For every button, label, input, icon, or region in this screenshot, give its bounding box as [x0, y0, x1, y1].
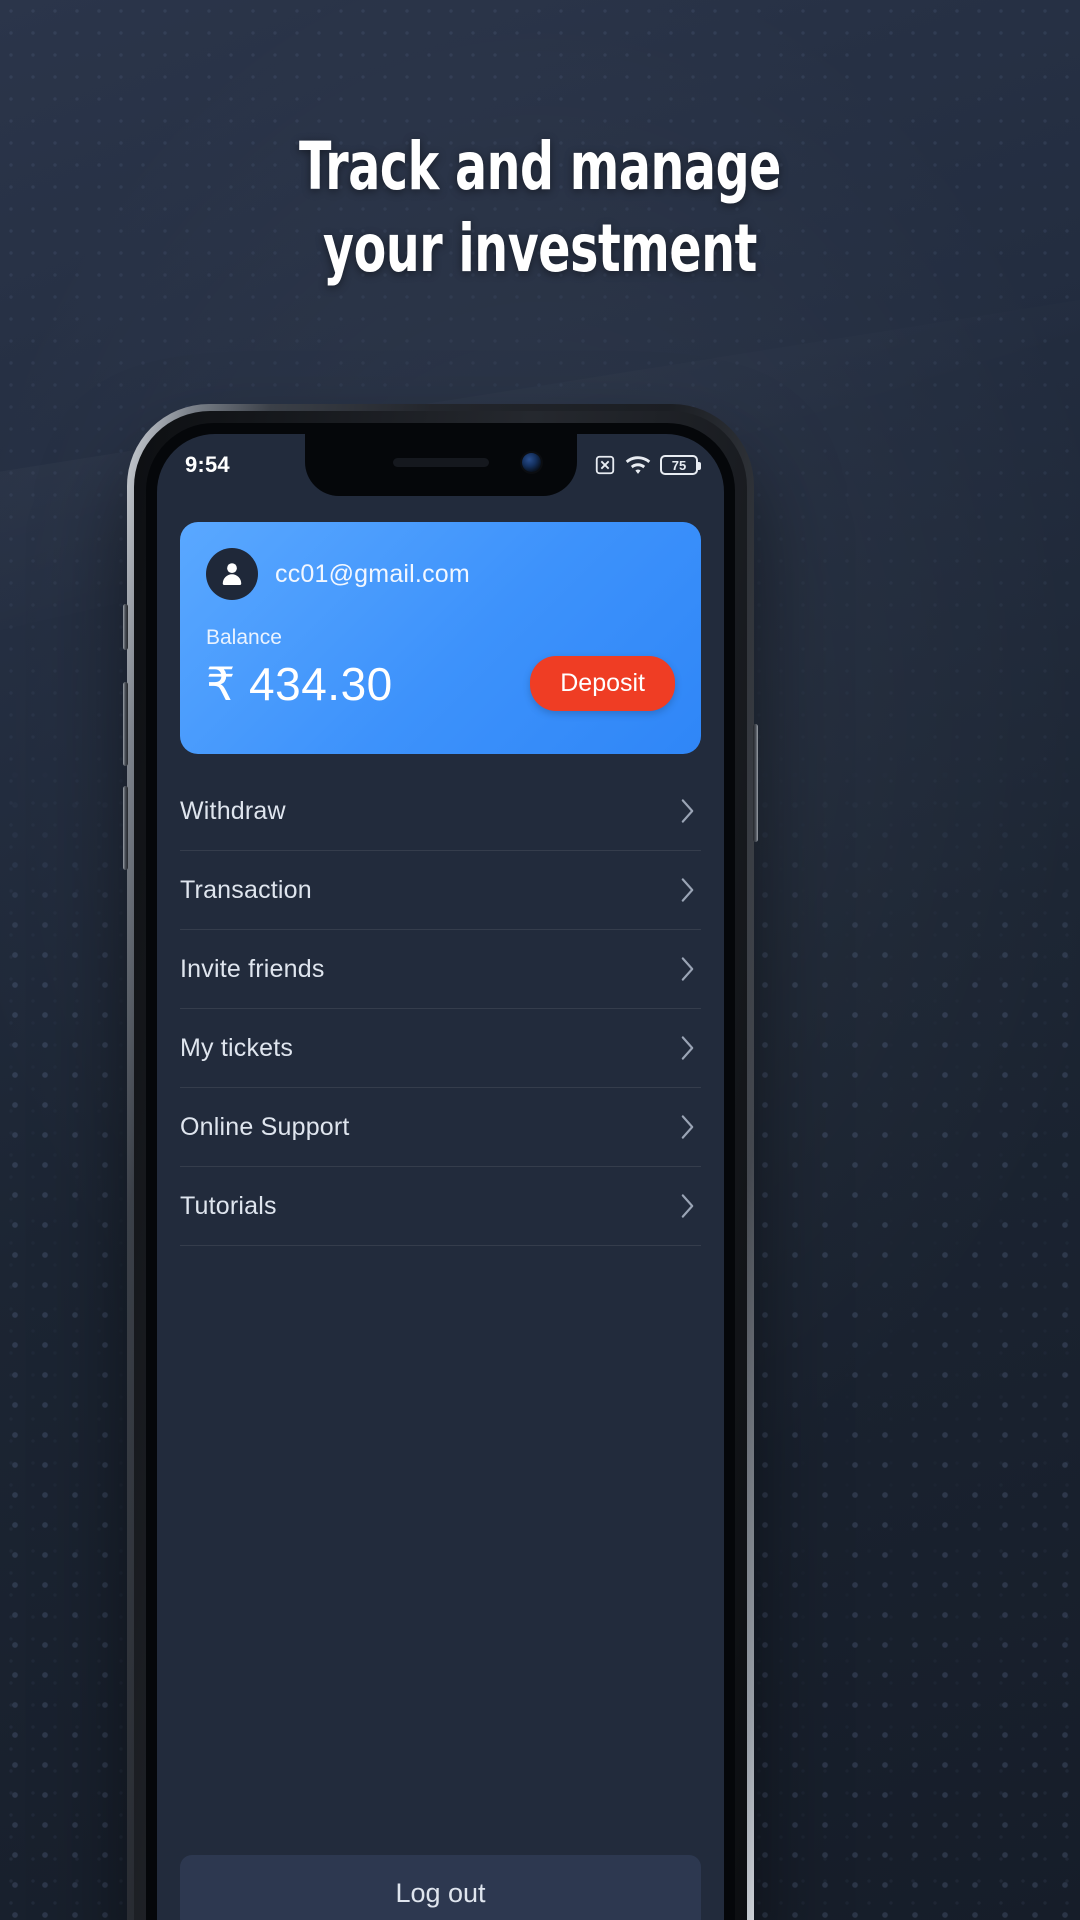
menu-item-tutorials[interactable]: Tutorials — [180, 1167, 701, 1246]
account-row[interactable]: cc01@gmail.com — [206, 548, 675, 600]
chevron-right-icon — [680, 1035, 701, 1061]
menu-item-label: Tutorials — [180, 1191, 277, 1220]
logout-section: Log out — [157, 1855, 724, 1920]
status-bar-icons: 75 — [594, 454, 701, 476]
menu-item-online-support[interactable]: Online Support — [180, 1088, 701, 1167]
headline-line-2: your investment — [323, 210, 757, 287]
chevron-right-icon — [680, 1193, 701, 1219]
account-email: cc01@gmail.com — [275, 559, 470, 588]
sim-off-icon — [594, 454, 616, 476]
chevron-right-icon — [680, 1114, 701, 1140]
battery-level-text: 75 — [671, 457, 687, 473]
menu-item-withdraw[interactable]: Withdraw — [180, 772, 701, 851]
account-menu-list: Withdraw Transaction Invite friends My tick… — [180, 772, 701, 1246]
menu-item-label: My tickets — [180, 1033, 294, 1062]
menu-item-my-tickets[interactable]: My tickets — [180, 1009, 701, 1088]
menu-item-label: Online Support — [180, 1112, 350, 1141]
wifi-icon — [625, 455, 651, 475]
balance-amount: ₹ 434.30 — [206, 657, 393, 710]
headline-line-1: Track and manage — [299, 128, 781, 205]
battery-icon: 75 — [660, 455, 701, 475]
chevron-right-icon — [680, 877, 701, 903]
front-camera-icon — [521, 453, 541, 472]
menu-item-label: Withdraw — [180, 796, 286, 825]
menu-item-label: Invite friends — [180, 954, 325, 983]
chevron-right-icon — [680, 956, 701, 982]
promo-headline: Track and manage your investment — [0, 126, 1080, 290]
phone-frame-outer: 9:54 75 cc01@gmail.com Balance ₹ 434.30 … — [127, 404, 754, 1920]
phone-power-button — [753, 724, 758, 842]
menu-item-invite-friends[interactable]: Invite friends — [180, 930, 701, 1009]
phone-mockup: 9:54 75 cc01@gmail.com Balance ₹ 434.30 … — [123, 404, 758, 1920]
balance-row: ₹ 434.30 Deposit — [206, 656, 675, 711]
phone-volume-up-button — [123, 682, 128, 766]
phone-bezel: 9:54 75 cc01@gmail.com Balance ₹ 434.30 … — [146, 423, 735, 1920]
phone-mute-switch — [123, 604, 128, 650]
earpiece-speaker-icon — [392, 458, 489, 467]
phone-volume-down-button — [123, 786, 128, 870]
logout-button[interactable]: Log out — [180, 1855, 701, 1920]
status-bar-time: 9:54 — [185, 452, 230, 477]
deposit-button[interactable]: Deposit — [530, 656, 675, 711]
phone-notch — [304, 434, 577, 496]
balance-label: Balance — [206, 626, 282, 649]
chevron-right-icon — [680, 798, 701, 824]
menu-item-transaction[interactable]: Transaction — [180, 851, 701, 930]
balance-card: cc01@gmail.com Balance ₹ 434.30 Deposit — [180, 522, 701, 754]
user-avatar-icon — [206, 548, 258, 600]
phone-screen: 9:54 75 cc01@gmail.com Balance ₹ 434.30 … — [157, 434, 724, 1920]
phone-frame-mid: 9:54 75 cc01@gmail.com Balance ₹ 434.30 … — [134, 411, 747, 1920]
app-content: cc01@gmail.com Balance ₹ 434.30 Deposit … — [157, 496, 724, 1920]
menu-item-label: Transaction — [180, 875, 312, 904]
